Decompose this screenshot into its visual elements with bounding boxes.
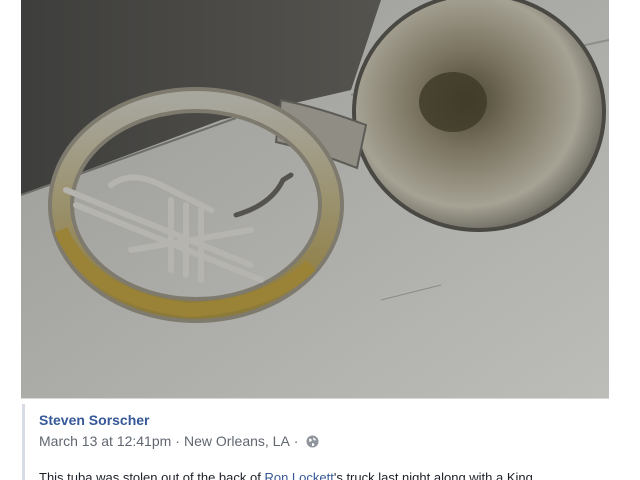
post-location-link[interactable]: New Orleans, LA xyxy=(184,433,290,449)
separator-dot: · xyxy=(293,433,299,449)
post-timestamp-link[interactable]: March 13 at 12:41pm xyxy=(39,433,171,449)
mentioned-user-link[interactable]: Ron Lockett xyxy=(264,470,333,480)
post-text-end: 's truck last night along with a King xyxy=(333,470,533,480)
post-header: Steven Sorscher March 13 at 12:41pm · Ne… xyxy=(22,404,622,480)
globe-icon[interactable] xyxy=(306,435,319,448)
separator-dot: · xyxy=(175,433,180,449)
tuba-photo-illustration xyxy=(21,0,609,398)
post-subline: March 13 at 12:41pm · New Orleans, LA · xyxy=(39,433,319,449)
post-body: This tuba was stolen out of the back of … xyxy=(39,470,533,480)
post-photo[interactable] xyxy=(21,0,609,399)
post-text-start: This tuba was stolen out of the back of xyxy=(39,470,265,480)
author-name-link[interactable]: Steven Sorscher xyxy=(39,412,150,428)
facebook-post: Steven Sorscher March 13 at 12:41pm · Ne… xyxy=(0,0,640,480)
